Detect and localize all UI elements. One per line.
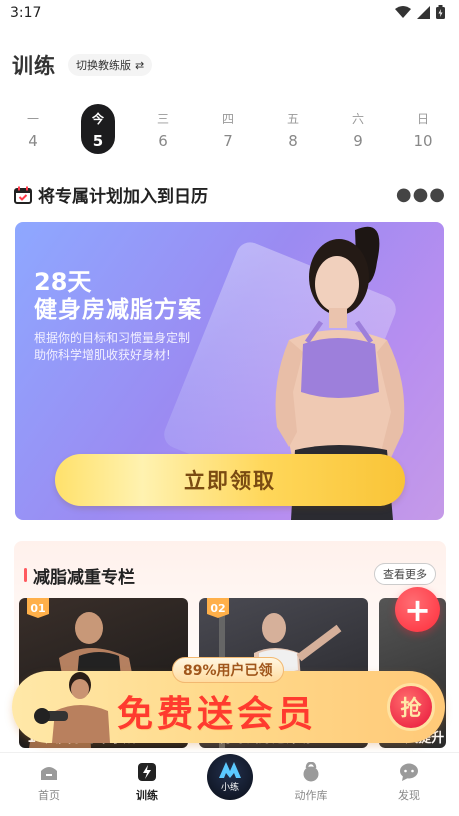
- calendar-icon: [14, 186, 32, 204]
- promo-athlete-image: [34, 672, 110, 743]
- tab-label: 首页: [38, 789, 60, 802]
- switch-coach-label: 切换教练版: [76, 59, 131, 72]
- section-accent-bar: [24, 568, 27, 582]
- tab-label: 发现: [398, 789, 420, 802]
- day-item[interactable]: 五8: [276, 104, 310, 154]
- more-options-icon[interactable]: ●●●: [396, 184, 446, 205]
- swap-arrows-icon: ⇄: [135, 58, 145, 72]
- header: 训练 切换教练版 ⇄: [12, 50, 153, 80]
- tab-library[interactable]: 动作库: [281, 761, 341, 803]
- card-number-badge: 01: [27, 598, 49, 618]
- day-date: 6: [158, 132, 168, 150]
- tab-home[interactable]: 首页: [19, 761, 79, 803]
- switch-coach-button[interactable]: 切换教练版 ⇄: [68, 54, 153, 76]
- banner-desc-line: 助你科学增肌收获好身材!: [34, 348, 171, 362]
- coach-logo-icon: [219, 762, 241, 778]
- day-weekday: 四: [221, 112, 234, 126]
- day-weekday: 六: [351, 112, 364, 126]
- day-date: 9: [353, 132, 363, 150]
- battery-icon: [436, 5, 445, 19]
- day-item[interactable]: 四7: [211, 104, 245, 154]
- plus-icon: +: [404, 590, 431, 629]
- day-weekday: 一: [26, 112, 39, 126]
- signal-icon: [417, 5, 430, 19]
- day-item[interactable]: 三6: [146, 104, 180, 154]
- status-icons: [395, 5, 445, 19]
- day-date: 5: [92, 132, 104, 150]
- day-date: 7: [223, 132, 233, 150]
- discover-chat-icon: [400, 763, 418, 781]
- tab-center-label: 小练: [220, 783, 239, 793]
- wifi-icon: [395, 5, 411, 18]
- add-plus-button[interactable]: +: [395, 587, 440, 632]
- tab-train[interactable]: 训练: [117, 761, 177, 803]
- day-item[interactable]: 日 10: [406, 104, 440, 154]
- day-weekday: 今: [91, 112, 104, 126]
- day-date: 4: [28, 132, 38, 150]
- day-weekday: 三: [156, 112, 169, 126]
- plan-banner[interactable]: 28天 健身房减脂方案 根据你的目标和习惯量身定制 助你科学增肌收获好身材! 立…: [15, 222, 444, 520]
- page-title: 训练: [12, 54, 56, 78]
- train-bolt-icon: [138, 763, 156, 781]
- tab-label: 训练: [136, 789, 158, 802]
- section-title: 减脂减重专栏: [33, 568, 135, 588]
- tab-discover[interactable]: 发现: [379, 761, 439, 803]
- calendar-prompt[interactable]: 将专属计划加入到日历 ●●●: [14, 182, 446, 207]
- day-item[interactable]: 六9: [341, 104, 375, 154]
- day-weekday: 五: [286, 112, 299, 126]
- claim-now-button[interactable]: 立即领取: [55, 454, 405, 506]
- day-weekday: 日: [416, 112, 429, 126]
- week-selector: 一4 今5 三6 四7 五8 六9 日 10: [0, 104, 459, 156]
- tab-center-coach[interactable]: 小练: [207, 754, 253, 800]
- day-date: 8: [288, 132, 298, 150]
- grab-button[interactable]: 抢: [387, 683, 435, 731]
- tab-label: 动作库: [294, 789, 328, 802]
- status-bar: 3:17: [0, 0, 459, 26]
- banner-description: 根据你的目标和习惯量身定制 助你科学增肌收获好身材!: [34, 330, 234, 364]
- status-time: 3:17: [10, 5, 42, 21]
- see-more-button[interactable]: 查看更多: [374, 563, 436, 585]
- day-date: 10: [413, 132, 433, 150]
- kettlebell-icon: [303, 762, 319, 782]
- promo-text: 免费送会员: [117, 694, 318, 735]
- home-icon: [41, 767, 57, 780]
- day-item-today[interactable]: 今5: [81, 104, 115, 154]
- card-number-badge: 02: [207, 598, 229, 618]
- day-item[interactable]: 一4: [16, 104, 50, 154]
- promo-tag: 89%用户已领: [172, 657, 284, 683]
- calendar-prompt-title: 将专属计划加入到日历: [38, 187, 208, 207]
- banner-title: 健身房减脂方案: [34, 297, 202, 323]
- banner-desc-line: 根据你的目标和习惯量身定制: [34, 331, 191, 345]
